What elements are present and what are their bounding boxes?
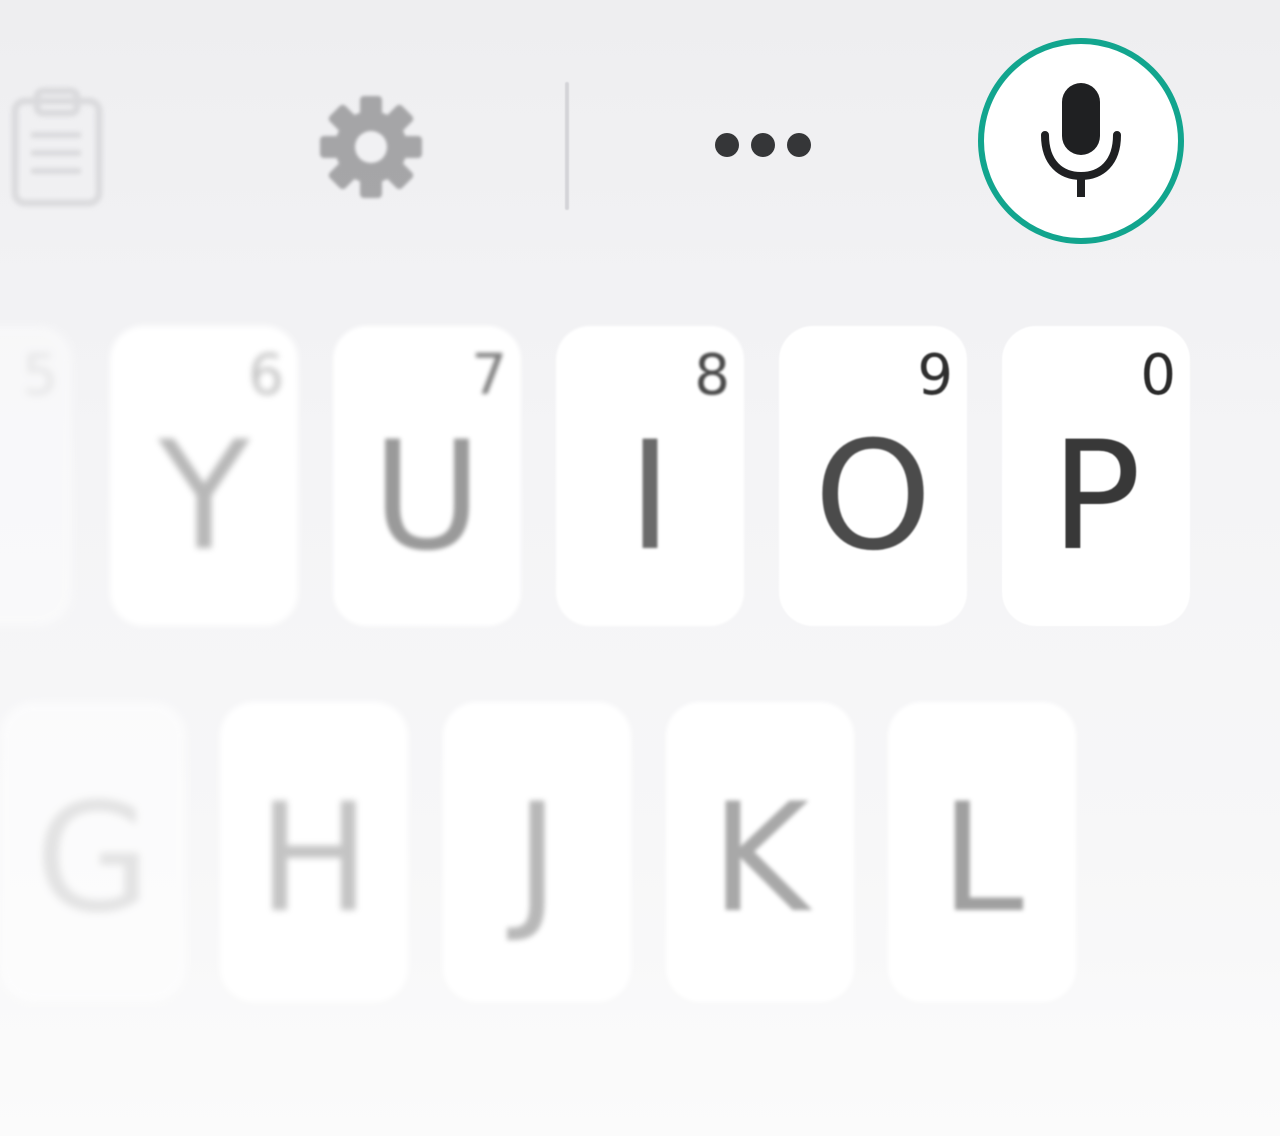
- key-letter: H: [257, 772, 371, 946]
- gear-icon[interactable]: [312, 88, 430, 206]
- key-i[interactable]: 8 I: [556, 326, 744, 626]
- toolbar-divider: [565, 82, 569, 210]
- key-hint-number: 6: [248, 343, 284, 408]
- clipboard-icon[interactable]: [0, 80, 110, 210]
- key-k[interactable]: K: [666, 702, 854, 1002]
- key-hint-number: 5: [22, 343, 58, 408]
- key-hint-number: 8: [694, 343, 730, 408]
- voice-input-button[interactable]: [978, 38, 1184, 244]
- more-horizontal-icon[interactable]: [700, 110, 826, 180]
- key-y[interactable]: 6 Y: [110, 326, 298, 626]
- keyboard-toolbar: [0, 0, 1280, 290]
- key-l[interactable]: L: [888, 702, 1076, 1002]
- key-letter: I: [627, 410, 673, 584]
- microphone-icon: [1036, 81, 1126, 201]
- key-u[interactable]: 7 U: [333, 326, 521, 626]
- key-letter: O: [813, 410, 933, 584]
- key-hint-number: 9: [917, 343, 953, 408]
- key-h[interactable]: H: [220, 702, 408, 1002]
- key-letter: J: [514, 772, 560, 946]
- key-letter: U: [372, 410, 482, 584]
- key-g[interactable]: G: [0, 702, 186, 1002]
- key-p[interactable]: 0 P: [1002, 326, 1190, 626]
- key-o[interactable]: 9 O: [779, 326, 967, 626]
- key-letter: G: [34, 772, 152, 946]
- key-letter: K: [710, 772, 810, 946]
- key-hint-number: 0: [1140, 343, 1176, 408]
- key-t[interactable]: 5: [0, 326, 72, 626]
- key-hint-number: 7: [471, 343, 507, 408]
- key-letter: Y: [158, 410, 250, 584]
- key-letter: L: [940, 772, 1024, 946]
- key-letter: P: [1050, 410, 1142, 584]
- key-j[interactable]: J: [443, 702, 631, 1002]
